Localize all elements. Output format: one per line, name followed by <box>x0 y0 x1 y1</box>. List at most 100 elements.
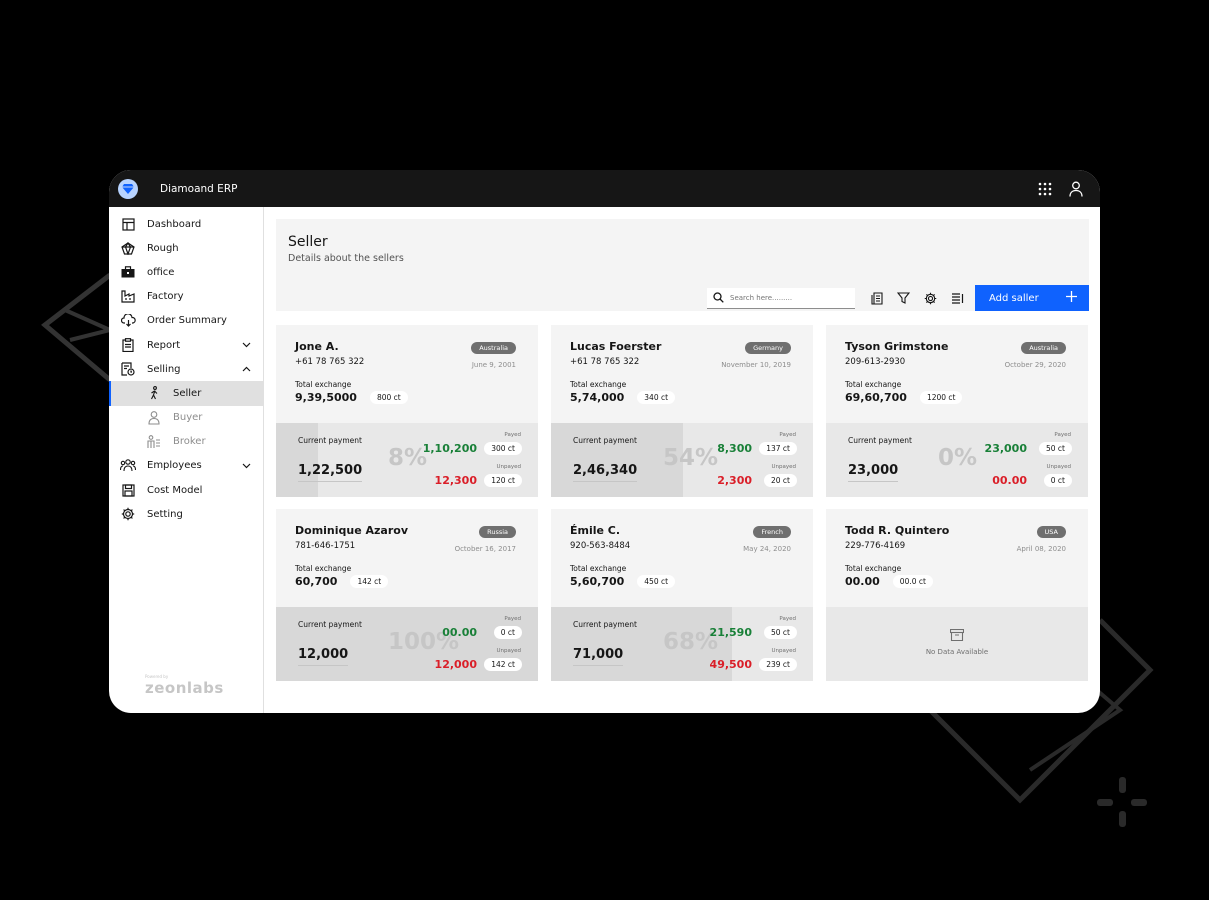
sidebar-item-report[interactable]: Report <box>109 333 263 357</box>
list-icon[interactable] <box>944 285 971 311</box>
total-ct-badge: 800 ct <box>369 391 408 404</box>
total-exchange-label: Total exchange <box>570 380 627 389</box>
seller-info: Tyson Grimstone 209-613-2930 Australia O… <box>826 325 1088 423</box>
sidebar-item-label: Broker <box>173 436 206 448</box>
payed-value: 8,300 <box>717 442 752 455</box>
page-subtitle: Details about the sellers <box>288 253 404 264</box>
seller-name[interactable]: Todd R. Quintero <box>845 524 1069 537</box>
seller-info: Jone A. +61 78 765 322 Australia June 9,… <box>276 325 538 423</box>
sidebar-item-selling[interactable]: Selling <box>109 357 263 381</box>
total-exchange-value: 9,39,5000 <box>295 391 357 404</box>
payment-percent: 8% <box>388 445 428 471</box>
current-payment-label: Current payment <box>298 436 362 445</box>
gem-icon <box>120 240 136 256</box>
payment-panel: Current payment 1,22,500 8% Payed 1,10,2… <box>276 423 538 497</box>
seller-card[interactable]: Émile C. 920-563-8484 French May 24, 202… <box>551 509 813 681</box>
filter-icon[interactable] <box>890 285 917 311</box>
sidebar-item-label: Factory <box>147 291 184 303</box>
sidebar-item-office[interactable]: office <box>109 260 263 284</box>
add-seller-label: Add saller <box>989 292 1039 304</box>
gear-icon <box>120 506 136 522</box>
country-badge: USA <box>1036 526 1066 538</box>
sidebar-item-label: office <box>147 266 175 278</box>
unpayed-ct-badge: 0 ct <box>1043 474 1072 487</box>
seller-card[interactable]: Dominique Azarov 781-646-1751 Russia Oct… <box>276 509 538 681</box>
current-payment-value: 12,000 <box>298 647 349 666</box>
payed-value: 23,000 <box>984 442 1027 455</box>
top-bar: Diamoand ERP <box>109 170 1100 207</box>
brand-logo: zeonlabs <box>145 679 224 697</box>
add-seller-button[interactable]: Add saller <box>975 285 1089 311</box>
payed-label: Payed <box>1054 432 1071 438</box>
unpayed-ct-badge: 120 ct <box>484 474 522 487</box>
payed-value: 1,10,200 <box>422 442 477 455</box>
gear-icon[interactable] <box>917 285 944 311</box>
diamond-icon[interactable] <box>118 178 138 199</box>
payed-ct-badge: 50 ct <box>1039 442 1072 455</box>
sidebar-item-setting[interactable]: Setting <box>109 502 263 526</box>
toolbar: Add saller <box>707 285 1089 311</box>
seller-date: November 10, 2019 <box>721 361 791 369</box>
grid-icon[interactable] <box>1035 179 1055 199</box>
sidebar-item-broker[interactable]: Broker <box>109 430 263 454</box>
unpayed-ct-badge: 20 ct <box>764 474 797 487</box>
sidebar-item-dashboard[interactable]: Dashboard <box>109 212 263 236</box>
unpayed-value: 12,000 <box>434 658 477 671</box>
current-payment-value: 1,22,500 <box>298 463 363 482</box>
country-badge: Germany <box>745 342 791 354</box>
current-payment-label: Current payment <box>573 620 637 629</box>
payed-label: Payed <box>504 616 521 622</box>
search-input[interactable] <box>730 293 849 302</box>
current-payment-value: 23,000 <box>848 463 899 482</box>
seller-info: Todd R. Quintero 229-776-4169 USA April … <box>826 509 1088 607</box>
seller-card[interactable]: Lucas Foerster +61 78 765 322 Germany No… <box>551 325 813 497</box>
chevron-up-icon[interactable] <box>242 364 251 375</box>
sidebar-item-label: Report <box>147 339 181 351</box>
payment-panel: Current payment 71,000 68% Payed 21,590 … <box>551 607 813 681</box>
unpayed-value: 2,300 <box>717 474 752 487</box>
total-ct-badge: 450 ct <box>637 575 676 588</box>
total-ct-badge: 142 ct <box>350 575 389 588</box>
unpayed-ct-badge: 142 ct <box>484 658 522 671</box>
document-icon[interactable] <box>863 285 890 311</box>
sparkle-icon <box>1097 777 1147 827</box>
payment-percent: 54% <box>663 445 719 471</box>
unpayed-value: 00.00 <box>992 474 1027 487</box>
chevron-down-icon[interactable] <box>242 461 251 472</box>
sidebar-item-factory[interactable]: Factory <box>109 285 263 309</box>
total-ct-badge: 00.0 ct <box>892 575 933 588</box>
user-icon[interactable] <box>1066 179 1086 199</box>
seller-card[interactable]: Jone A. +61 78 765 322 Australia June 9,… <box>276 325 538 497</box>
chevron-down-icon[interactable] <box>242 340 251 351</box>
seller-date: June 9, 2001 <box>471 361 516 369</box>
sidebar-item-label: Buyer <box>173 412 203 424</box>
current-payment-label: Current payment <box>848 436 912 445</box>
sidebar-item-buyer[interactable]: Buyer <box>109 406 263 430</box>
total-exchange-value: 60,700 <box>295 575 338 588</box>
seller-card[interactable]: Todd R. Quintero 229-776-4169 USA April … <box>826 509 1088 681</box>
clipboard-icon <box>120 337 136 353</box>
save-icon <box>120 482 136 498</box>
seller-info: Dominique Azarov 781-646-1751 Russia Oct… <box>276 509 538 607</box>
sidebar-item-employees[interactable]: Employees <box>109 454 263 478</box>
seller-date: October 29, 2020 <box>1004 361 1066 369</box>
sidebar-item-cost-model[interactable]: Cost Model <box>109 478 263 502</box>
total-exchange-label: Total exchange <box>570 564 627 573</box>
total-exchange-label: Total exchange <box>295 380 352 389</box>
unpayed-value: 12,300 <box>434 474 477 487</box>
unpayed-label: Unpayed <box>771 648 796 654</box>
seller-card[interactable]: Tyson Grimstone 209-613-2930 Australia O… <box>826 325 1088 497</box>
page-title: Seller <box>288 234 328 250</box>
sidebar-item-seller[interactable]: Seller <box>109 381 263 406</box>
sidebar-item-order-summary[interactable]: Order Summary <box>109 309 263 333</box>
sidebar: Dashboard Rough office Factory Order Sum… <box>109 207 264 713</box>
payed-label: Payed <box>779 432 796 438</box>
current-payment-label: Current payment <box>573 436 637 445</box>
sidebar-item-rough[interactable]: Rough <box>109 236 263 260</box>
current-payment-value: 2,46,340 <box>573 463 638 482</box>
payment-panel: Current payment 12,000 100% Payed 00.00 … <box>276 607 538 681</box>
country-badge: Russia <box>479 526 516 538</box>
total-exchange-value: 5,60,700 <box>570 575 625 588</box>
main-content: Seller Details about the sellers Add sal… <box>264 207 1100 713</box>
current-payment-label: Current payment <box>298 620 362 629</box>
